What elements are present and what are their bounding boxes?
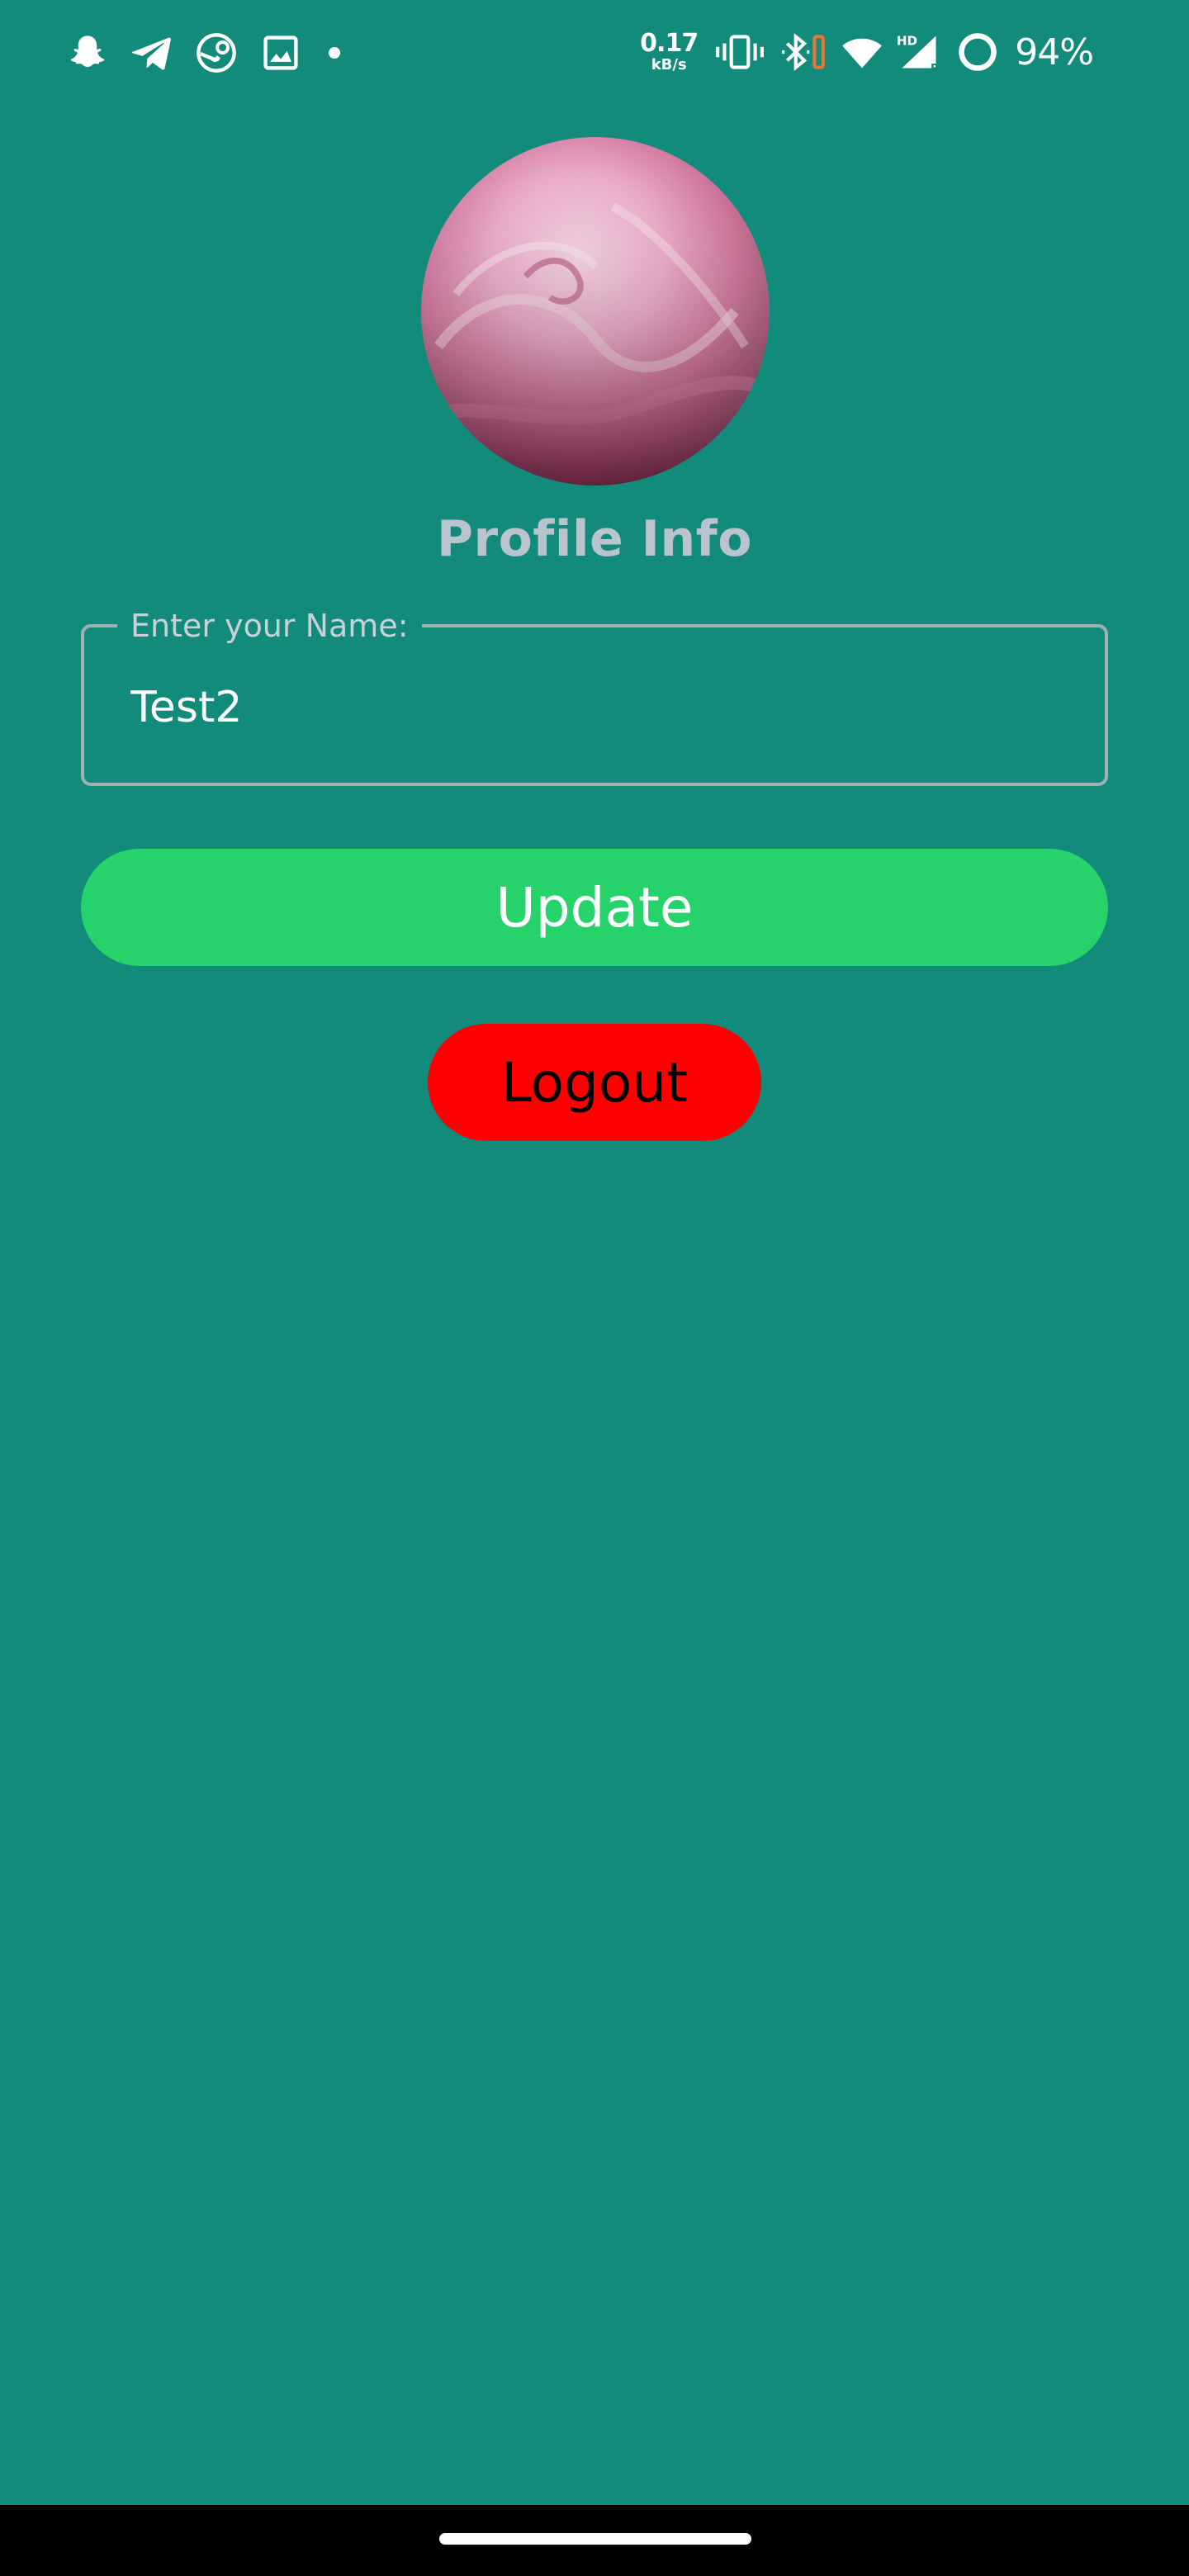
system-icons: 0.17 kB/s HD R 94% (640, 25, 1094, 79)
status-bar: 0.17 kB/s HD R 94% (0, 0, 1189, 104)
network-speed-unit: kB/s (651, 56, 687, 73)
vibrate-icon (714, 31, 765, 73)
network-speed-value: 0.17 (640, 29, 699, 58)
battery-ring-icon (955, 31, 1000, 73)
name-field[interactable]: Enter your Name: (81, 606, 1108, 786)
navigation-bar (0, 2505, 1189, 2576)
telegram-icon (130, 31, 173, 74)
steam-icon (195, 31, 238, 74)
name-field-label: Enter your Name: (117, 606, 422, 646)
update-button[interactable]: Update (81, 849, 1108, 966)
more-notifications-dot (329, 47, 340, 59)
network-speed: 0.17 kB/s (640, 29, 699, 73)
profile-photo (421, 137, 770, 485)
profile-avatar[interactable] (421, 137, 770, 485)
name-input[interactable] (130, 679, 1039, 736)
logout-button[interactable]: Logout (428, 1024, 761, 1141)
gallery-icon (259, 31, 302, 74)
snapchat-icon (66, 31, 109, 74)
home-indicator[interactable] (439, 2533, 751, 2545)
page-title: Profile Info (437, 510, 752, 568)
roaming-badge: R (931, 63, 939, 73)
bluetooth-icon (777, 31, 828, 73)
cell-signal-icon: HD R (896, 31, 944, 73)
wifi-icon (840, 31, 884, 73)
notification-icons (66, 30, 340, 76)
signal-badge: HD (897, 33, 917, 48)
battery-percent: 94% (1015, 31, 1094, 73)
